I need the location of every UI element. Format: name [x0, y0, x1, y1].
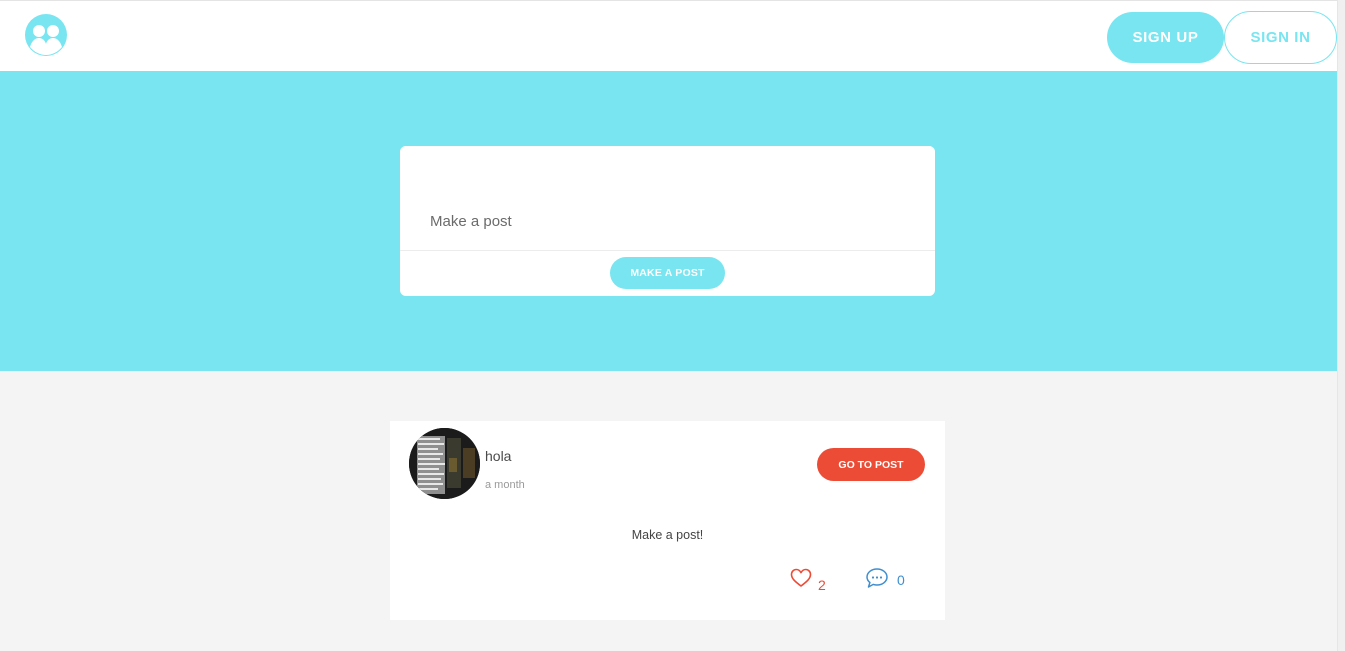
post-input[interactable]: [400, 146, 935, 251]
comment-count: 0: [897, 572, 905, 588]
post-body: Make a post!: [631, 528, 704, 542]
go-to-post-button[interactable]: GO TO POST: [817, 448, 925, 481]
sign-in-button[interactable]: SIGN IN: [1224, 11, 1337, 64]
post-timestamp: a month: [485, 479, 525, 491]
heart-icon: [790, 568, 812, 593]
top-navbar: SIGN UP SIGN IN: [0, 0, 1337, 71]
post-card: hola a month GO TO POST Make a post! 2 0: [390, 421, 945, 620]
comment-bubble-icon: [865, 567, 889, 594]
page: SIGN UP SIGN IN MAKE A POST: [0, 0, 1345, 651]
comment-button[interactable]: 0: [865, 567, 905, 593]
hero-section: MAKE A POST: [0, 71, 1337, 371]
like-button[interactable]: 2: [790, 567, 826, 593]
page-scrollbar[interactable]: [1337, 0, 1345, 651]
avatar[interactable]: [409, 428, 480, 499]
sign-up-button[interactable]: SIGN UP: [1107, 12, 1224, 63]
users-logo-icon[interactable]: [25, 14, 67, 56]
like-count: 2: [818, 577, 826, 593]
make-post-button[interactable]: MAKE A POST: [610, 257, 725, 289]
post-author[interactable]: hola: [485, 448, 511, 464]
post-composer: MAKE A POST: [400, 146, 935, 296]
